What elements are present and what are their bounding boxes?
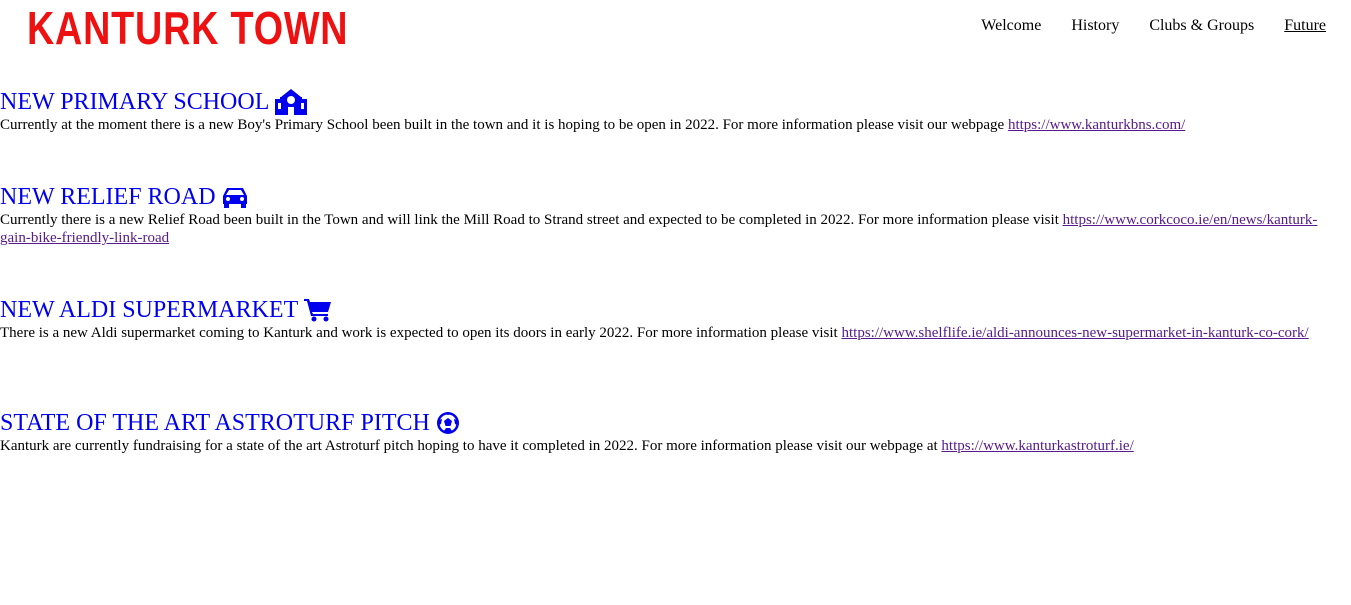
nav-history[interactable]: History: [1071, 17, 1119, 35]
section-relief-road: NEW RELIEF ROAD Currently there is a new…: [0, 183, 1345, 247]
section-text: Kanturk are currently fundraising for a …: [0, 438, 942, 454]
site-logo[interactable]: KANTURK TOWN: [27, 4, 348, 52]
section-link[interactable]: https://www.kanturkbns.com/: [1008, 117, 1185, 133]
section-body: Kanturk are currently fundraising for a …: [0, 437, 1345, 455]
section-body: Currently at the moment there is a new B…: [0, 116, 1345, 134]
section-body: Currently there is a new Relief Road bee…: [0, 211, 1345, 247]
nav-welcome[interactable]: Welcome: [981, 17, 1041, 35]
section-heading: NEW RELIEF ROAD: [0, 183, 1345, 211]
school-icon: [275, 89, 308, 115]
section-aldi: NEW ALDI SUPERMARKET There is a new Aldi…: [0, 296, 1345, 342]
section-text: Currently there is a new Relief Road bee…: [0, 212, 1063, 228]
section-body: There is a new Aldi supermarket coming t…: [0, 324, 1345, 342]
nav-clubs-groups[interactable]: Clubs & Groups: [1149, 17, 1254, 35]
section-title: STATE OF THE ART ASTROTURF PITCH: [0, 410, 430, 436]
section-heading: NEW ALDI SUPERMARKET: [0, 296, 1345, 324]
section-heading: STATE OF THE ART ASTROTURF PITCH: [0, 409, 1345, 437]
site-header: KANTURK TOWN Welcome History Clubs & Gro…: [0, 0, 1351, 80]
section-astroturf: STATE OF THE ART ASTROTURF PITCH Kanturk…: [0, 409, 1345, 455]
main-nav: Welcome History Clubs & Groups Future: [981, 17, 1326, 35]
section-link[interactable]: https://www.shelflife.ie/aldi-announces-…: [841, 325, 1308, 341]
nav-future[interactable]: Future: [1284, 17, 1326, 35]
football-icon: [436, 412, 459, 434]
section-title: NEW ALDI SUPERMARKET: [0, 297, 299, 323]
shopping-cart-icon: [304, 299, 332, 322]
section-title: NEW RELIEF ROAD: [0, 184, 216, 210]
section-text: Currently at the moment there is a new B…: [0, 117, 1008, 133]
section-text: There is a new Aldi supermarket coming t…: [0, 325, 842, 341]
section-heading: NEW PRIMARY SCHOOL: [0, 88, 1345, 116]
car-icon: [222, 188, 247, 208]
section-primary-school: NEW PRIMARY SCHOOL Currently at the mome…: [0, 88, 1345, 134]
section-link[interactable]: https://www.kanturkastroturf.ie/: [941, 438, 1133, 454]
section-title: NEW PRIMARY SCHOOL: [0, 89, 270, 115]
